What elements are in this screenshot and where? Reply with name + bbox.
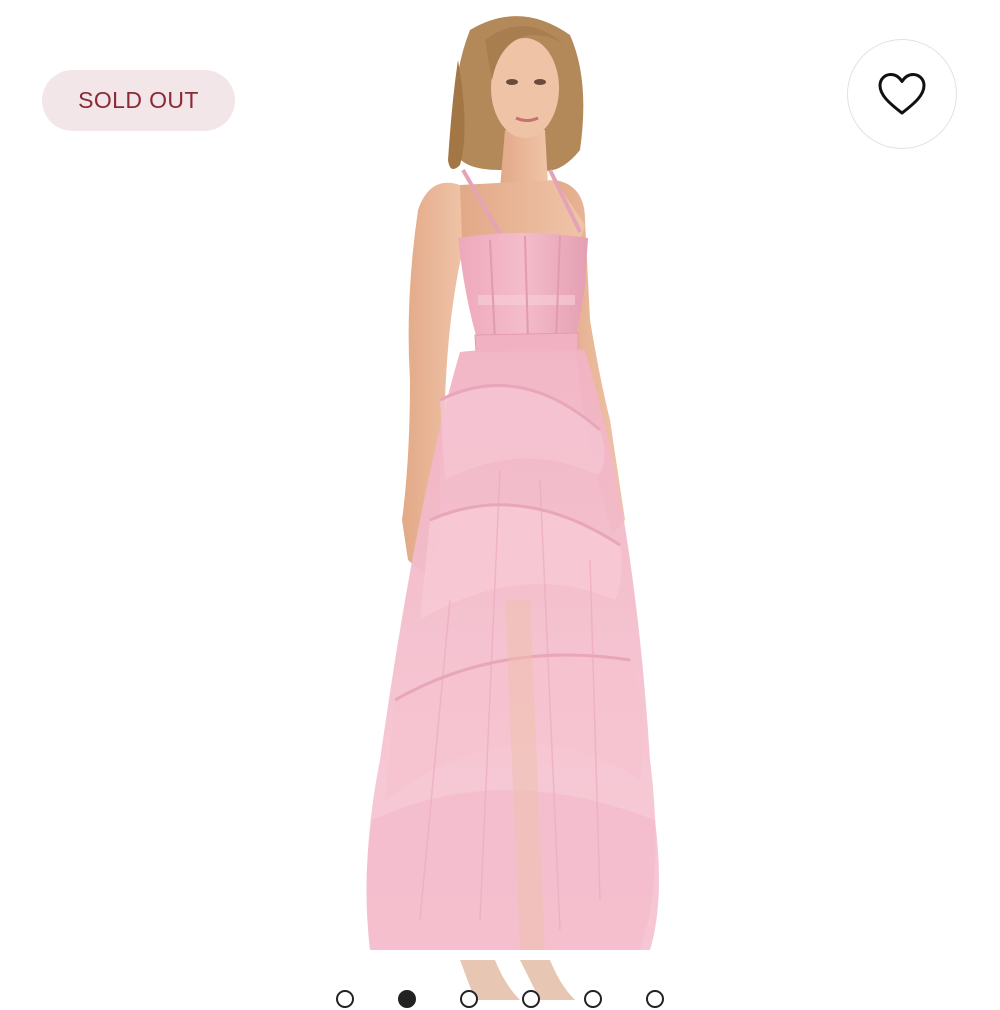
sold-out-badge: SOLD OUT — [42, 70, 235, 131]
gallery-pagination — [330, 990, 670, 1010]
sold-out-label: SOLD OUT — [78, 87, 199, 113]
heart-icon — [878, 73, 926, 115]
gallery-dot-2[interactable] — [398, 990, 416, 1008]
gallery-dot-6[interactable] — [646, 990, 664, 1008]
gallery-dot-5[interactable] — [584, 990, 602, 1008]
gallery-dot-4[interactable] — [522, 990, 540, 1008]
product-image[interactable] — [0, 0, 1000, 1000]
favorite-button[interactable] — [847, 39, 957, 149]
gallery-dot-1[interactable] — [336, 990, 354, 1008]
gallery-dot-3[interactable] — [460, 990, 478, 1008]
